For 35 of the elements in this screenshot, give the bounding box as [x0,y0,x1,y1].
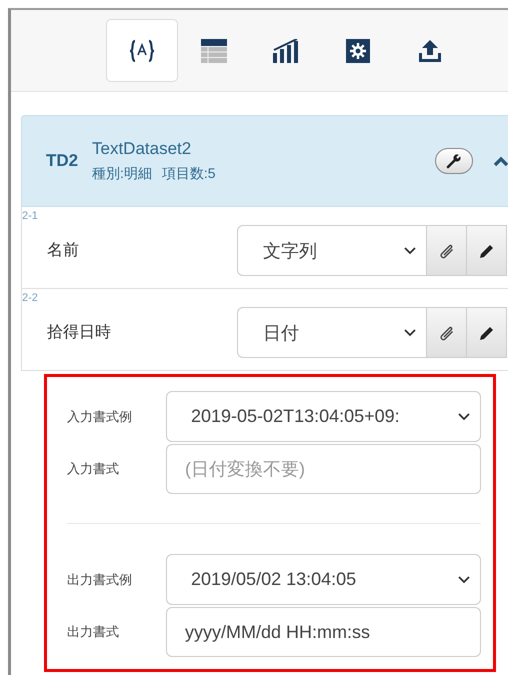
type-select[interactable]: 日付 [237,307,427,358]
wrench-icon [446,153,462,169]
example-select[interactable]: 2019-05-02T13:04:05+09: [166,391,481,442]
upload-icon [418,38,442,62]
toolbar-tab[interactable] [106,19,178,82]
chevron-down-icon [404,246,416,254]
chevron-up-icon[interactable] [493,156,508,166]
example-label: 入力書式例 [67,408,133,426]
field-index: 2-1 [22,210,38,222]
field-count: 項目数:5 [162,165,216,183]
format-field[interactable]: (日付変換不要) [166,444,481,494]
attach-button[interactable] [427,307,467,358]
edit-button[interactable] [467,225,507,276]
chevron-down-icon [404,328,416,336]
chevron-down-icon [458,576,470,584]
field-index: 2-2 [22,292,38,304]
dataset-code: TD2 [46,151,80,171]
example-select[interactable]: 2019/05/02 13:04:05 [166,554,481,605]
field-name: 拾得日時 [46,322,112,343]
field-name: 名前 [46,241,80,261]
example-label: 出力書式例 [67,570,133,588]
dataset-type: 種別:明細 [92,165,152,183]
attach-button[interactable] [427,225,467,276]
variable-icon [129,38,155,62]
chevron-down-icon [458,412,470,420]
edit-button[interactable] [467,307,507,358]
dataset-name: TextDataset2 [92,139,192,159]
bar-chart-icon [273,38,299,62]
settings-icon [346,38,370,62]
format-label: 入力書式 [67,460,120,478]
table-icon [201,38,227,62]
wrench-button[interactable] [435,148,473,174]
type-select[interactable]: 文字列 [237,225,427,276]
format-label: 出力書式 [67,623,120,641]
format-field[interactable]: yyyy/MM/dd HH:mm:ss [166,607,481,657]
